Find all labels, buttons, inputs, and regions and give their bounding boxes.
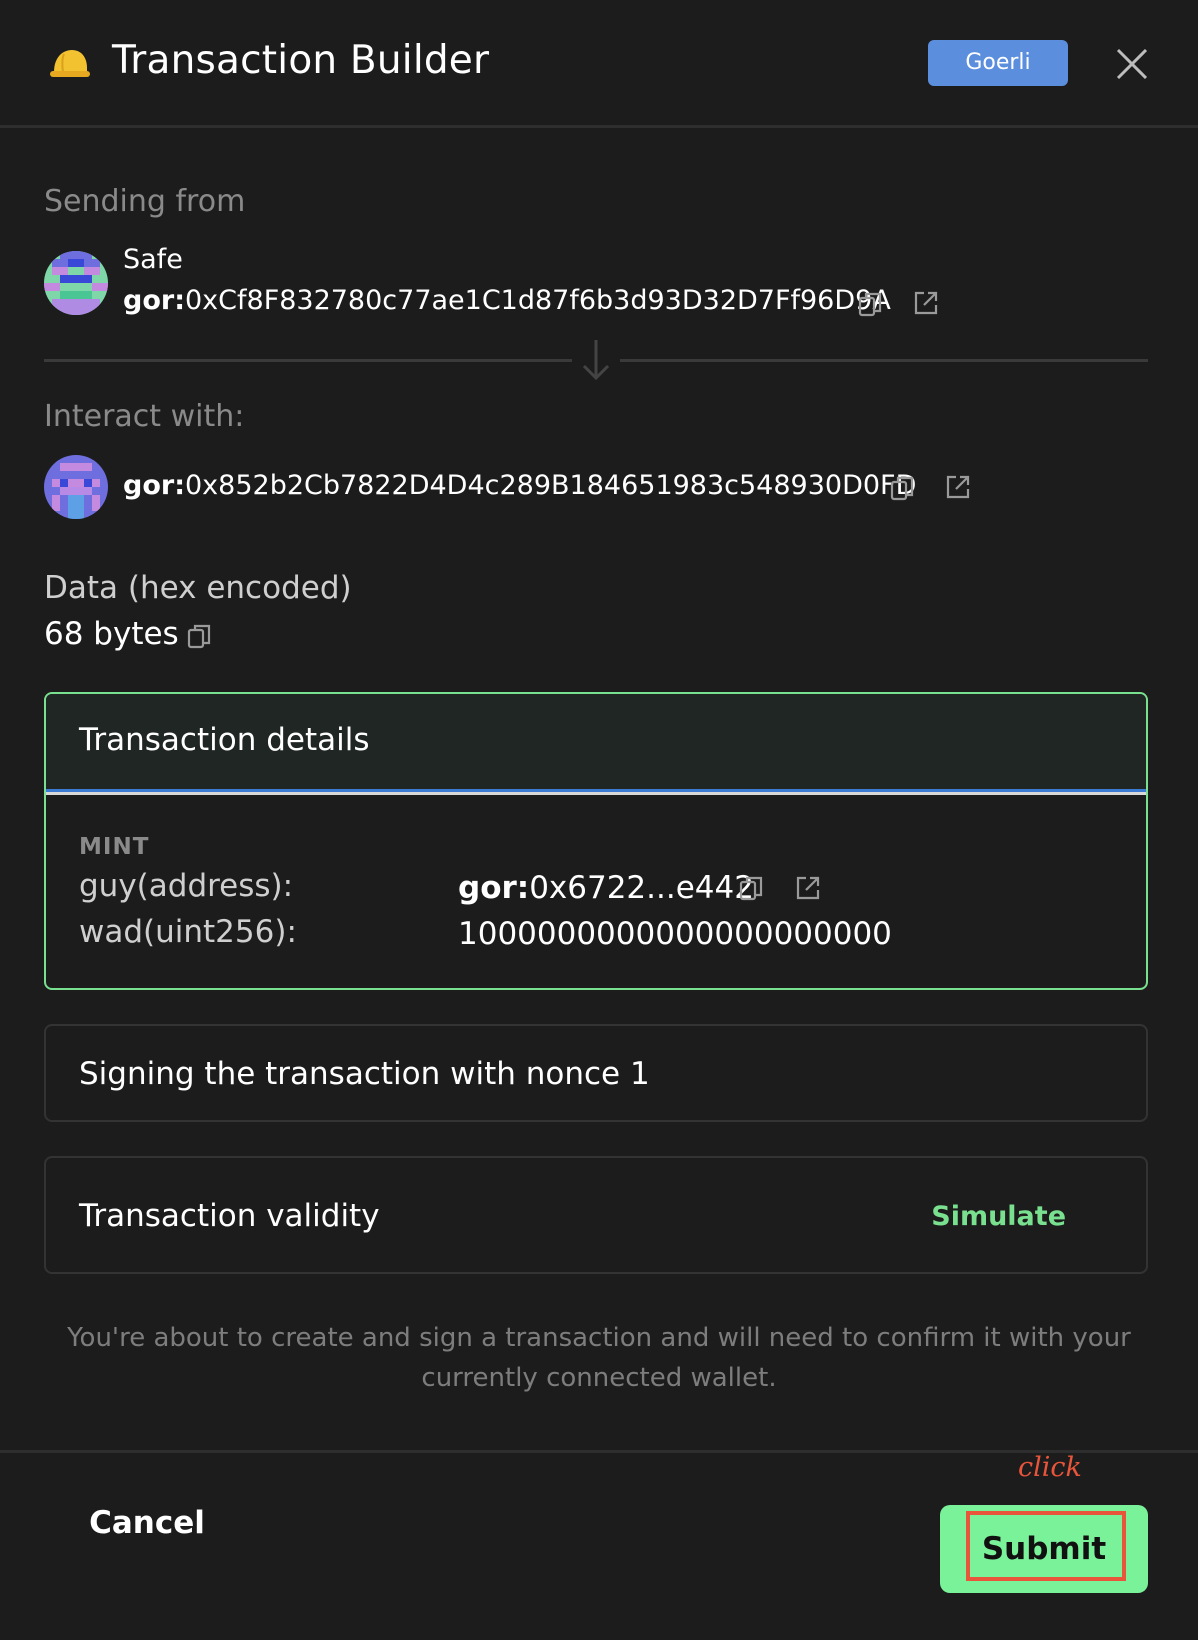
param-value: 1000000000000000000000 <box>458 916 892 952</box>
chain-badge: Goerli <box>928 40 1068 86</box>
address-value: 0x852b2Cb7822D4D4c289B184651983c548930D0… <box>185 470 917 501</box>
param-name: wad(uint256): <box>79 914 297 950</box>
external-link-icon[interactable] <box>944 473 972 501</box>
click-annotation: click <box>1018 1452 1082 1483</box>
submit-button[interactable]: Submit <box>940 1505 1148 1593</box>
safe-avatar <box>44 251 108 315</box>
simulate-button[interactable]: Simulate <box>931 1201 1066 1232</box>
section-divider <box>620 359 1148 362</box>
close-icon[interactable] <box>1112 44 1152 84</box>
copy-icon[interactable] <box>738 874 766 902</box>
nonce-card[interactable]: Signing the transaction with nonce 1 <box>44 1024 1148 1122</box>
nonce-label: Signing the transaction with nonce 1 <box>79 1056 650 1092</box>
transaction-details-title: Transaction details <box>79 722 370 758</box>
interact-with-label: Interact with: <box>44 399 245 434</box>
copy-icon[interactable] <box>186 622 214 650</box>
param-value: gor:0x6722...e442 <box>458 870 754 906</box>
chain-prefix: gor: <box>123 470 185 501</box>
cancel-button[interactable]: Cancel <box>72 1493 222 1553</box>
transaction-validity-card: Transaction validity Simulate <box>44 1156 1148 1274</box>
wallet-notice: You're about to create and sign a transa… <box>67 1323 1131 1393</box>
arrow-down-icon <box>582 340 610 381</box>
chain-prefix: gor: <box>458 870 530 906</box>
address-value: 0xCf8F832780c77ae1C1d87f6b3d93D32D7Ff96D… <box>185 285 891 316</box>
section-divider <box>44 359 572 362</box>
external-link-icon[interactable] <box>794 874 822 902</box>
sender-address: gor:0xCf8F832780c77ae1C1d87f6b3d93D32D7F… <box>123 285 891 316</box>
copy-icon[interactable] <box>857 290 885 318</box>
data-size: 68 bytes <box>44 616 179 652</box>
address-value: 0x6722...e442 <box>529 870 754 906</box>
contract-avatar <box>44 455 108 519</box>
param-name: guy(address): <box>79 868 294 904</box>
copy-icon[interactable] <box>889 474 917 502</box>
modal-header: Transaction Builder Goerli <box>0 0 1198 128</box>
external-link-icon[interactable] <box>912 289 940 317</box>
recipient-address: gor:0x852b2Cb7822D4D4c289B184651983c5489… <box>123 470 916 501</box>
method-name: MINT <box>79 834 150 860</box>
data-label: Data (hex encoded) <box>44 570 352 606</box>
transaction-details-card: Transaction details MINT guy(address): g… <box>44 692 1148 990</box>
sending-from-label: Sending from <box>44 184 246 219</box>
transaction-builder-modal: Transaction Builder Goerli Sending from … <box>0 0 1198 1640</box>
modal-title: Transaction Builder <box>112 38 490 83</box>
validity-label: Transaction validity <box>79 1198 380 1234</box>
hard-hat-icon <box>50 50 90 77</box>
data-size-value: 68 bytes <box>44 616 179 652</box>
transaction-details-header[interactable]: Transaction details <box>46 694 1146 795</box>
safe-name: Safe <box>123 244 183 275</box>
chain-prefix: gor: <box>123 285 185 316</box>
